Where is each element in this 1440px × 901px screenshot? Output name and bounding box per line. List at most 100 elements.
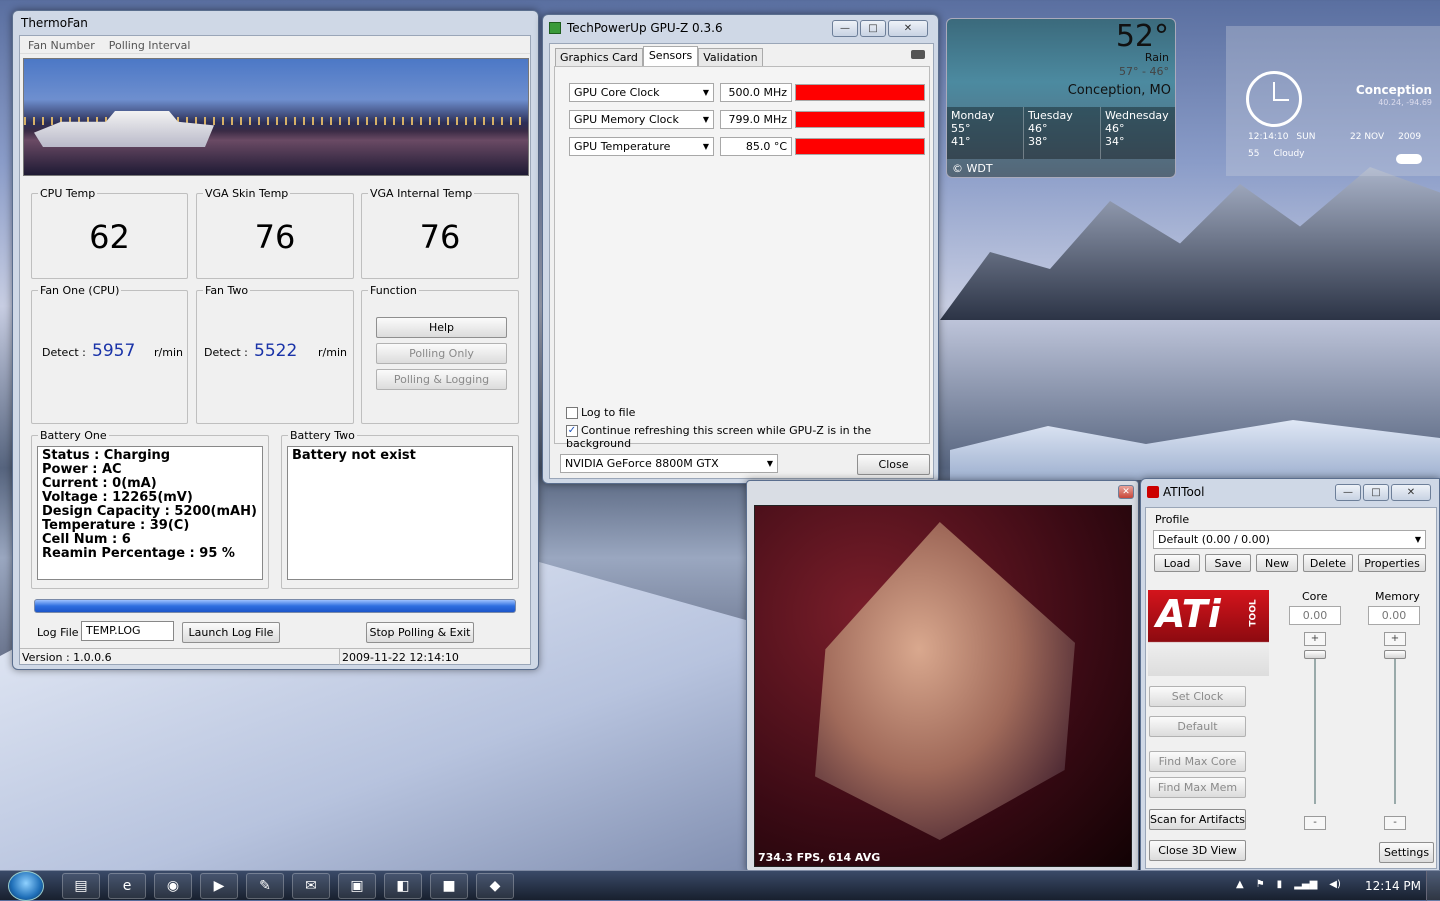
default-button[interactable]: Default bbox=[1149, 716, 1246, 737]
minimize-button[interactable]: — bbox=[1335, 483, 1361, 501]
action-center-icon[interactable]: ⚑ bbox=[1256, 879, 1265, 890]
detect-label: Detect : bbox=[42, 346, 86, 359]
core-slider-thumb[interactable] bbox=[1304, 650, 1326, 659]
forecast-day: Tuesday 46° 38° bbox=[1024, 107, 1101, 159]
fan-two-group: Fan Two Detect : 5522 r/min bbox=[196, 284, 354, 424]
taskbar-clock[interactable]: 12:14 PM bbox=[1365, 879, 1421, 893]
function-group: Function Help Polling Only Polling & Log… bbox=[361, 284, 519, 424]
tab-graphics-card[interactable]: Graphics Card bbox=[555, 48, 643, 67]
tab-sensors[interactable]: Sensors bbox=[642, 46, 699, 67]
close-window-button[interactable]: ✕ bbox=[1391, 483, 1431, 501]
clock-time: 12:14:10 bbox=[1248, 132, 1289, 142]
network-icon[interactable]: ▂▄▆ bbox=[1294, 879, 1317, 890]
fps-counter: 734.3 FPS, 614 AVG bbox=[758, 851, 881, 864]
ati-logo: ATi TOOL bbox=[1148, 590, 1269, 676]
find-max-core-button[interactable]: Find Max Core bbox=[1149, 751, 1246, 772]
window-title: TechPowerUp GPU-Z 0.3.6 bbox=[567, 21, 723, 35]
start-orb-icon[interactable] bbox=[8, 871, 44, 901]
battery-two-info: Battery not exist bbox=[287, 446, 513, 580]
close-button[interactable]: Close bbox=[857, 454, 930, 475]
set-clock-button[interactable]: Set Clock bbox=[1149, 686, 1246, 707]
clock-dow: SUN bbox=[1296, 132, 1316, 142]
delete-button[interactable]: Delete bbox=[1303, 554, 1353, 572]
clock-gadget[interactable]: Conception 40.24, -94.69 12:14:10 SUN 22… bbox=[1226, 26, 1440, 176]
minimize-button[interactable]: — bbox=[832, 19, 858, 37]
thermofan-client: Fan Number Polling Interval CPU Temp 62 … bbox=[19, 35, 531, 665]
atitool-taskbar-icon[interactable]: ◆ bbox=[476, 873, 514, 899]
thermofan-taskbar-icon[interactable]: ▣ bbox=[338, 873, 376, 899]
sensor-select[interactable]: GPU Temperature ▼ bbox=[569, 137, 714, 156]
vga-internal-temp-group: VGA Internal Temp 76 bbox=[361, 187, 519, 279]
maximize-button[interactable]: □ bbox=[1363, 483, 1389, 501]
explorer-icon[interactable]: ▤ bbox=[62, 873, 100, 899]
app-taskbar-icon[interactable]: ■ bbox=[430, 873, 468, 899]
sensor-value: 500.0 MHz bbox=[720, 83, 792, 102]
rpm-unit: r/min bbox=[154, 346, 183, 359]
sensor-value: 85.0 °C bbox=[720, 137, 792, 156]
menu-polling-interval[interactable]: Polling Interval bbox=[109, 39, 191, 52]
memory-slider-thumb[interactable] bbox=[1384, 650, 1406, 659]
memory-value[interactable]: 0.00 bbox=[1368, 606, 1420, 625]
core-slider-track[interactable] bbox=[1314, 654, 1316, 804]
polling-only-button[interactable]: Polling Only bbox=[376, 343, 507, 364]
profile-select[interactable]: Default (0.00 / 0.00) ▼ bbox=[1153, 530, 1426, 549]
memory-label: Memory bbox=[1375, 590, 1420, 603]
memory-increase-button[interactable]: + bbox=[1384, 632, 1406, 646]
media-player-icon[interactable]: ▶ bbox=[200, 873, 238, 899]
log-file-input[interactable]: TEMP.LOG bbox=[81, 621, 174, 641]
log-to-file-checkbox[interactable] bbox=[566, 407, 578, 419]
help-button[interactable]: Help bbox=[376, 317, 507, 338]
current-temp: 52° bbox=[1115, 19, 1169, 54]
polling-logging-button[interactable]: Polling & Logging bbox=[376, 369, 507, 390]
memory-decrease-button[interactable]: - bbox=[1384, 816, 1406, 830]
continue-refresh-checkbox[interactable]: ✓ bbox=[566, 425, 578, 437]
stop-polling-exit-button[interactable]: Stop Polling & Exit bbox=[366, 622, 474, 643]
settings-button[interactable]: Settings bbox=[1379, 842, 1434, 863]
thermofan-window: ThermoFan Fan Number Polling Interval CP… bbox=[12, 10, 539, 670]
volume-icon[interactable]: ◀) bbox=[1329, 879, 1341, 890]
launch-log-file-button[interactable]: Launch Log File bbox=[182, 622, 280, 643]
memory-slider-track[interactable] bbox=[1394, 654, 1396, 804]
cpu-temp-value: 62 bbox=[89, 218, 130, 256]
mail-icon[interactable]: ✉ bbox=[292, 873, 330, 899]
sensor-select[interactable]: GPU Memory Clock ▼ bbox=[569, 110, 714, 129]
show-hidden-icons-icon[interactable]: ▲ bbox=[1236, 879, 1244, 890]
weather-gadget[interactable]: 52° Rain 57° - 46° Conception, MO Monday… bbox=[946, 18, 1176, 178]
internet-explorer-icon[interactable]: e bbox=[108, 873, 146, 899]
log-to-file-label: Log to file bbox=[581, 406, 636, 419]
clock-year: 2009 bbox=[1398, 132, 1422, 142]
maximize-button[interactable]: □ bbox=[860, 19, 886, 37]
properties-button[interactable]: Properties bbox=[1358, 554, 1426, 572]
new-button[interactable]: New bbox=[1256, 554, 1298, 572]
camera-icon[interactable] bbox=[911, 50, 925, 59]
gpuz-taskbar-icon[interactable]: ◧ bbox=[384, 873, 422, 899]
close-3d-view-button[interactable]: Close 3D View bbox=[1149, 840, 1246, 861]
scan-artifacts-button[interactable]: Scan for Artifacts bbox=[1149, 809, 1246, 830]
sensor-select[interactable]: GPU Core Clock ▼ bbox=[569, 83, 714, 102]
tool-icon[interactable]: ✎ bbox=[246, 873, 284, 899]
window-title: ATITool bbox=[1163, 485, 1205, 499]
load-button[interactable]: Load bbox=[1154, 554, 1200, 572]
core-value[interactable]: 0.00 bbox=[1289, 606, 1341, 625]
chrome-icon[interactable]: ◉ bbox=[154, 873, 192, 899]
find-max-mem-button[interactable]: Find Max Mem bbox=[1149, 777, 1246, 798]
clock-temp: 55 bbox=[1248, 149, 1260, 159]
battery-icon[interactable]: ▮ bbox=[1277, 879, 1283, 890]
close-window-button[interactable]: ✕ bbox=[1118, 485, 1134, 499]
core-increase-button[interactable]: + bbox=[1304, 632, 1326, 646]
close-window-button[interactable]: ✕ bbox=[888, 19, 928, 37]
show-desktop-button[interactable] bbox=[1426, 871, 1440, 901]
dropdown-arrow-icon: ▼ bbox=[702, 142, 709, 151]
core-decrease-button[interactable]: - bbox=[1304, 816, 1326, 830]
tab-validation[interactable]: Validation bbox=[698, 48, 763, 67]
progress-bar bbox=[34, 599, 516, 613]
fan-two-rpm: 5522 bbox=[254, 341, 298, 361]
detect-label: Detect : bbox=[204, 346, 248, 359]
vga-internal-temp-value: 76 bbox=[419, 218, 461, 256]
dropdown-arrow-icon: ▼ bbox=[702, 115, 709, 124]
sensor-graph bbox=[795, 138, 925, 155]
card-select[interactable]: NVIDIA GeForce 8800M GTX ▼ bbox=[560, 454, 778, 473]
menu-fan-number[interactable]: Fan Number bbox=[28, 39, 95, 52]
save-button[interactable]: Save bbox=[1205, 554, 1251, 572]
battery-two-group: Battery Two Battery not exist bbox=[281, 429, 519, 589]
